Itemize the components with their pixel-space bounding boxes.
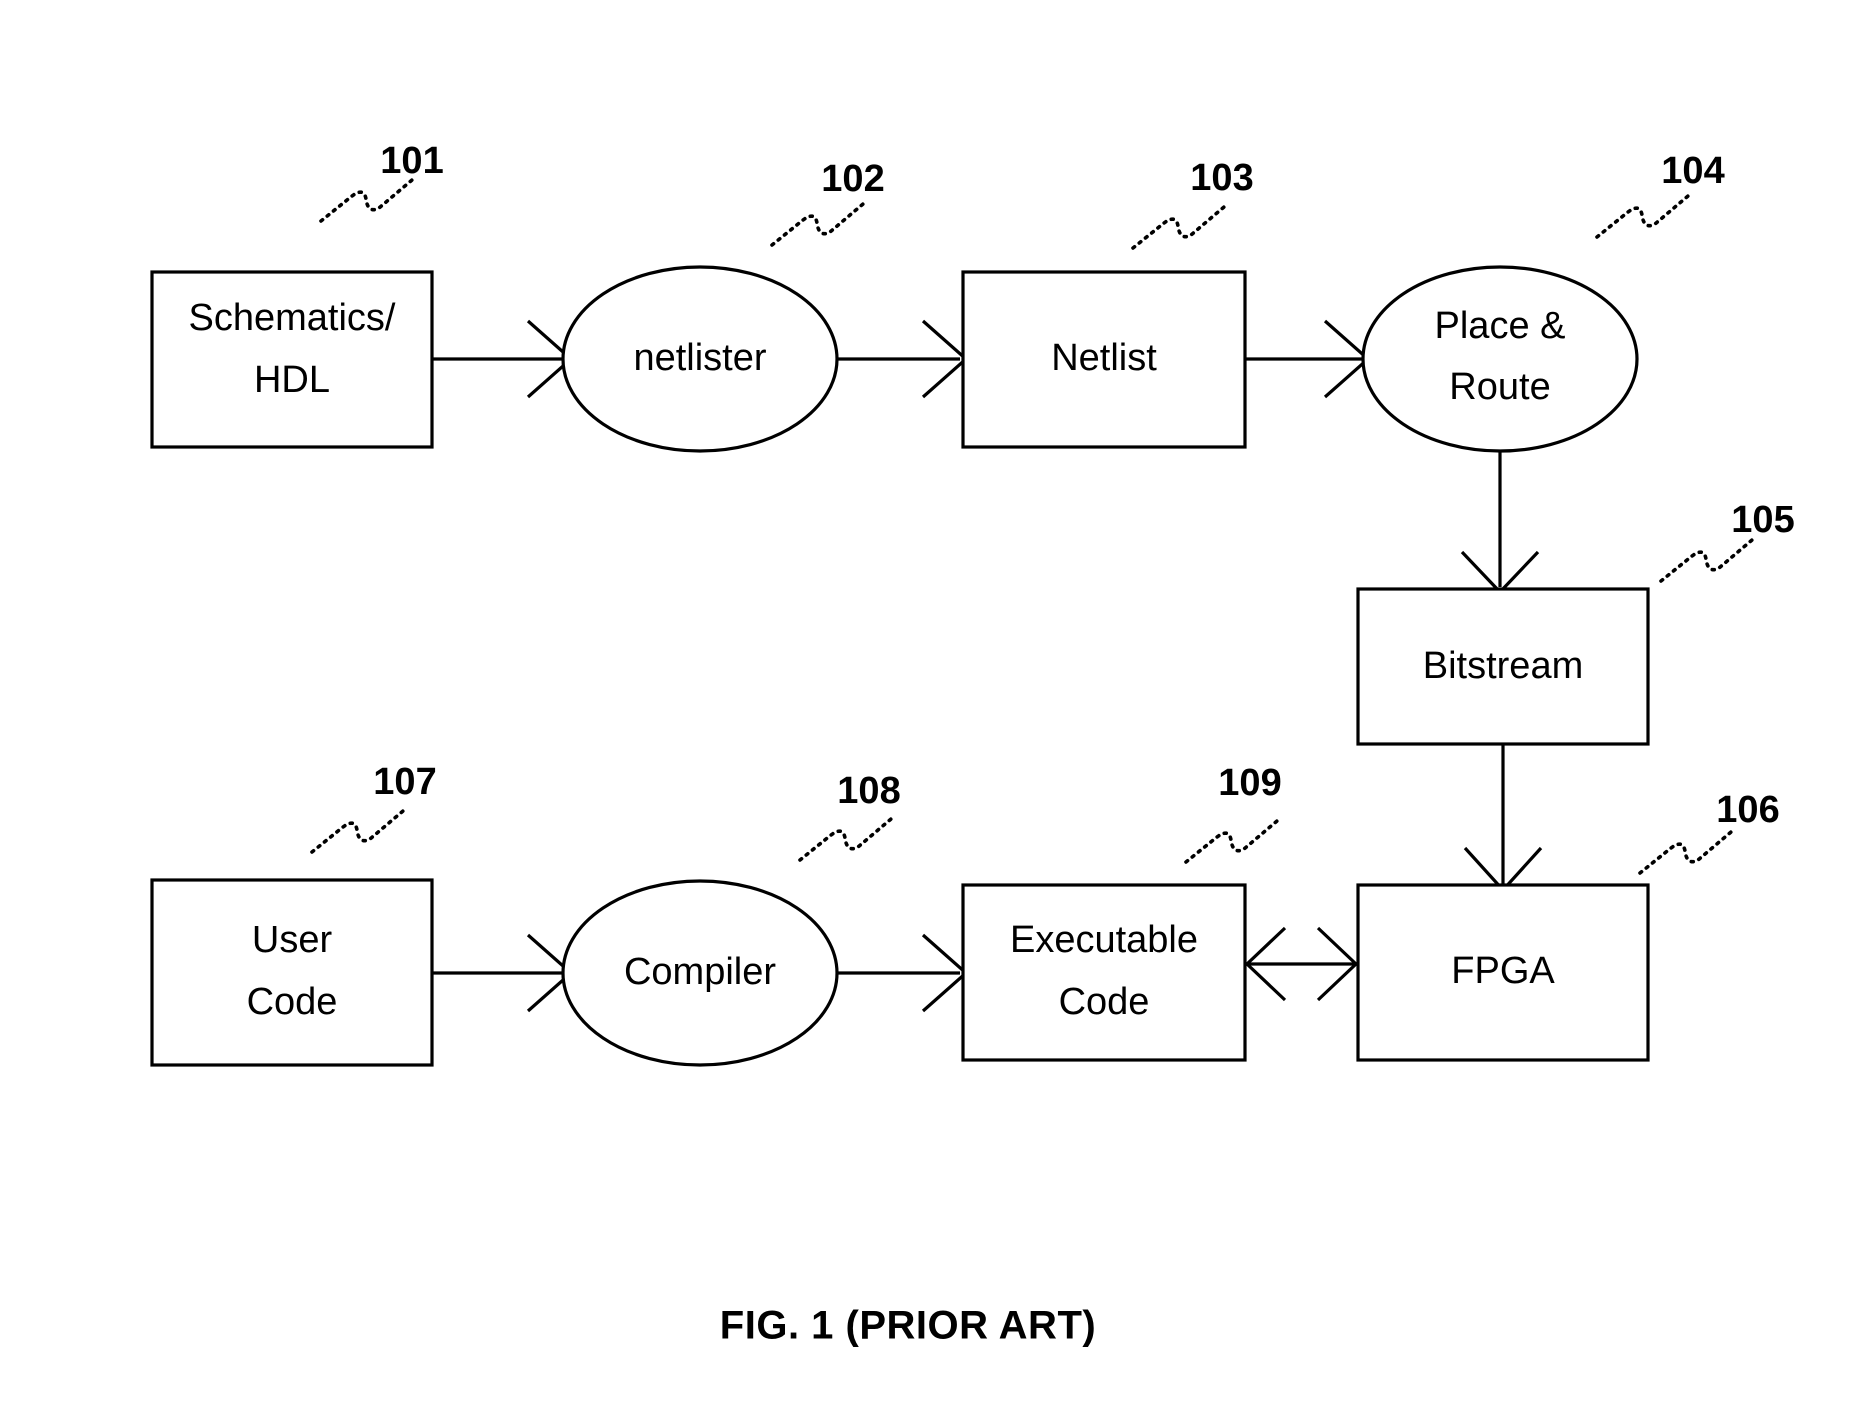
connector-compiler-to-executable-code	[837, 933, 969, 1013]
leader-line-108	[798, 817, 893, 862]
node-executable-code: Executable Code	[961, 883, 1247, 1062]
ref-number-106: 106	[1716, 789, 1779, 831]
reference-callout-102: 102	[770, 158, 885, 247]
ref-number-109: 109	[1218, 762, 1281, 804]
place-route-ellipse	[1361, 265, 1639, 453]
node-place-route: Place & Route	[1361, 265, 1639, 453]
ref-number-107: 107	[373, 761, 436, 803]
user-code-label-line2: Code	[247, 981, 338, 1023]
connector-user-code-to-compiler	[432, 933, 574, 1013]
leader-line-106	[1638, 830, 1733, 875]
executable-code-box	[961, 883, 1247, 1062]
reference-callout-109: 109	[1184, 762, 1282, 864]
connector-place-route-to-bitstream	[1460, 451, 1540, 595]
node-fpga: FPGA	[1356, 883, 1650, 1062]
leader-line-105	[1659, 538, 1754, 583]
node-user-code: User Code	[150, 878, 434, 1067]
ref-number-108: 108	[837, 770, 900, 812]
place-route-label-line2: Route	[1449, 366, 1550, 408]
schematics-hdl-label-line2: HDL	[254, 359, 330, 401]
ref-number-101: 101	[380, 140, 443, 182]
place-route-label-line1: Place &	[1435, 305, 1566, 347]
ref-number-104: 104	[1661, 150, 1724, 192]
ref-number-105: 105	[1731, 499, 1794, 541]
connector-bitstream-to-fpga	[1463, 744, 1543, 893]
node-netlister: netlister	[561, 265, 839, 453]
node-netlist: Netlist	[961, 270, 1247, 449]
connector-netlister-to-netlist	[837, 319, 969, 399]
leader-line-102	[770, 202, 865, 247]
reference-callout-103: 103	[1131, 157, 1254, 250]
leader-line-104	[1595, 194, 1690, 239]
fpga-label: FPGA	[1451, 950, 1555, 992]
ref-number-102: 102	[821, 158, 884, 200]
leader-line-109	[1184, 819, 1279, 864]
patent-figure-1: Schematics/ HDL 101 netlister 102 Netlis…	[0, 0, 1875, 1421]
node-schematics-hdl: Schematics/ HDL	[150, 270, 434, 449]
reference-callout-108: 108	[798, 770, 901, 862]
reference-callout-105: 105	[1659, 499, 1795, 583]
leader-line-107	[310, 809, 405, 854]
user-code-label-line1: User	[252, 919, 333, 961]
reference-callout-104: 104	[1595, 150, 1725, 239]
reference-callout-107: 107	[310, 761, 437, 854]
user-code-box	[150, 878, 434, 1067]
schematics-hdl-label-line1: Schematics/	[189, 297, 396, 339]
netlister-label: netlister	[633, 337, 766, 379]
compiler-label: Compiler	[624, 951, 776, 993]
figure-caption: FIG. 1 (PRIOR ART)	[720, 1304, 1096, 1348]
reference-callout-106: 106	[1638, 789, 1780, 875]
bitstream-label: Bitstream	[1423, 645, 1583, 687]
executable-code-label-line1: Executable	[1010, 919, 1198, 961]
connector-executable-code-to-fpga	[1244, 926, 1359, 1002]
node-bitstream: Bitstream	[1356, 587, 1650, 746]
connector-netlist-to-place-route	[1245, 319, 1371, 399]
node-compiler: Compiler	[561, 879, 839, 1067]
connector-schematics-to-netlister	[432, 319, 574, 399]
leader-line-103	[1131, 205, 1226, 250]
leader-line-101	[319, 178, 414, 223]
ref-number-103: 103	[1190, 157, 1253, 199]
diagram-canvas: Schematics/ HDL 101 netlister 102 Netlis…	[150, 140, 1795, 1348]
netlist-label: Netlist	[1051, 337, 1157, 379]
executable-code-label-line2: Code	[1059, 981, 1150, 1023]
reference-callout-101: 101	[319, 140, 444, 223]
